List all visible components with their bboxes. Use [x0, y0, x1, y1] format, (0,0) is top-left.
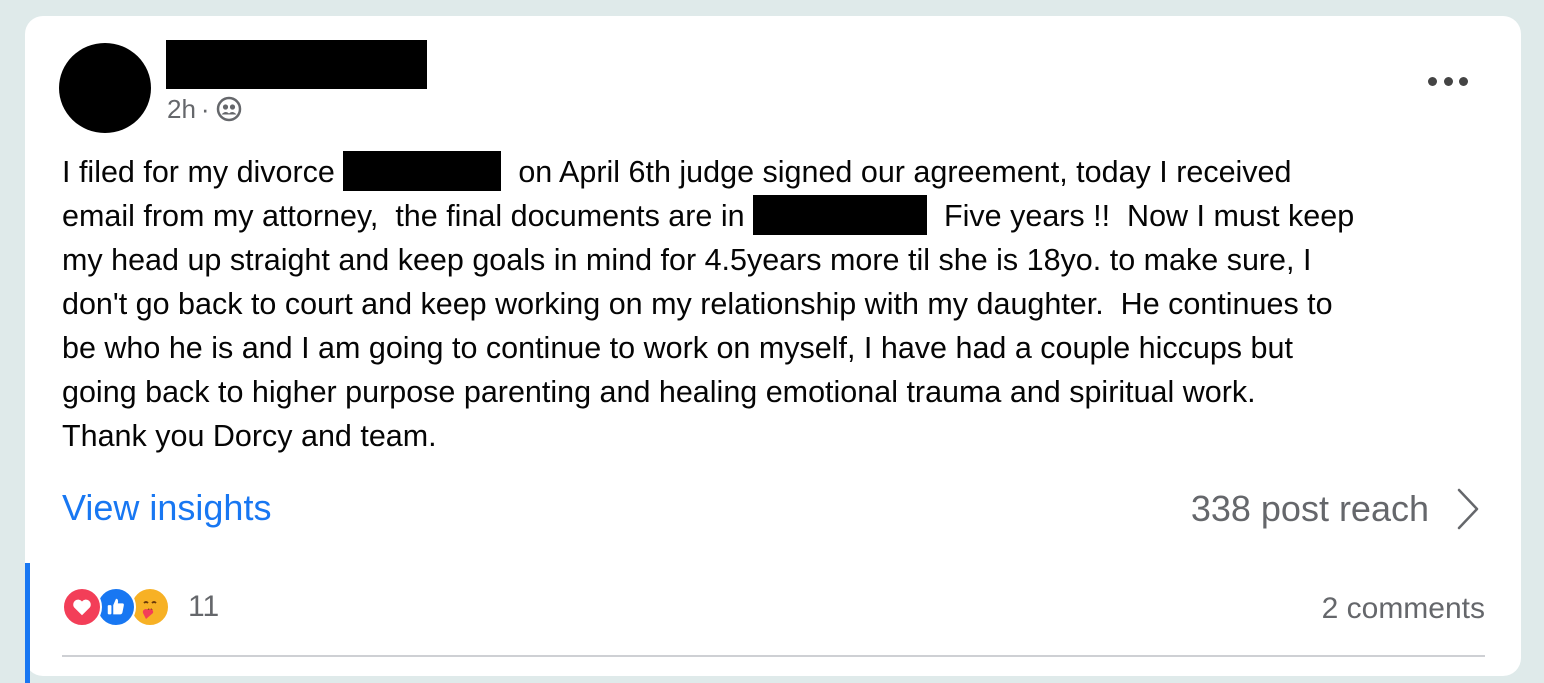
chevron-right-icon	[1457, 488, 1479, 530]
divider	[62, 655, 1485, 657]
view-insights-link[interactable]: View insights	[62, 487, 271, 529]
post-timestamp[interactable]: 2h	[167, 94, 196, 125]
redaction-block	[753, 195, 928, 235]
selection-accent-bar	[25, 563, 30, 683]
post-body: I filed for my divorce on April 6th judg…	[62, 150, 1502, 458]
post-reach-label: 338 post reach	[1190, 488, 1429, 529]
like-icon	[96, 587, 136, 627]
reaction-icons	[62, 587, 170, 627]
more-options-icon[interactable]	[1428, 71, 1468, 91]
comments-count-link[interactable]: 2 comments	[1322, 592, 1485, 626]
meta-separator: ·	[200, 93, 210, 124]
post-meta: 2h ·	[167, 94, 242, 124]
post-card: 2h · I filed for my divorce on April 6th…	[25, 16, 1521, 683]
reactions-summary[interactable]: 11	[62, 587, 219, 627]
reaction-count: 11	[188, 590, 220, 623]
author-name-redacted[interactable]	[166, 40, 427, 89]
love-icon	[62, 587, 102, 627]
post-text-part-1: I filed for my divorce	[62, 155, 344, 189]
redaction-block	[343, 151, 502, 191]
post-text-part-3: Five years !! Now I must keep my head up…	[62, 199, 1355, 453]
care-icon	[130, 587, 170, 627]
post-reach-button[interactable]: 338 post reach	[1191, 487, 1481, 531]
avatar[interactable]	[59, 43, 151, 133]
friends-icon[interactable]	[216, 96, 242, 122]
